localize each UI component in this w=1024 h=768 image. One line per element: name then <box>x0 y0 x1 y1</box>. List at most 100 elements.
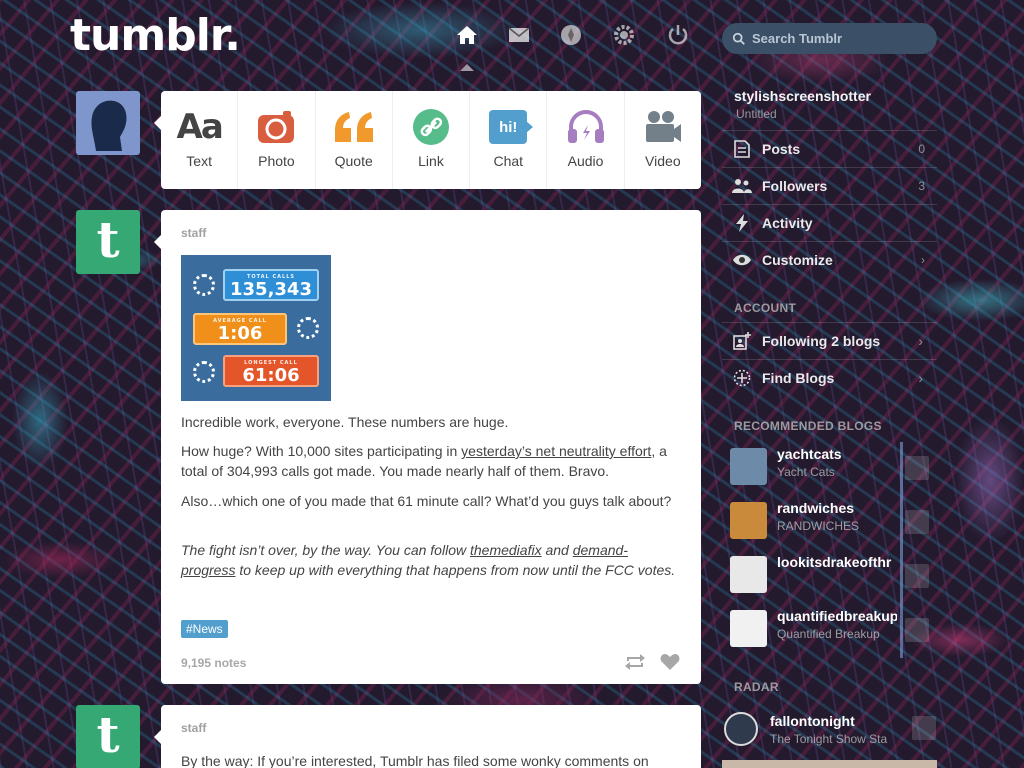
headphones-icon <box>567 110 604 143</box>
spinner-icon <box>193 274 215 296</box>
post-photo[interactable]: TOTAL CALLS 135,343 AVERAGE CALL 1:06 LO… <box>181 255 331 401</box>
net-neutrality-link[interactable]: yesterday’s net neutrality effort <box>461 443 651 459</box>
staff-avatar[interactable]: t <box>76 705 140 768</box>
sidebar-blog-name[interactable]: stylishscreenshotter <box>734 88 871 104</box>
radar-heading: RADAR <box>734 680 779 694</box>
radar-blog[interactable]: fallontonight The Tonight Show Sta <box>722 700 937 758</box>
sidebar-item-label: Followers <box>762 178 828 194</box>
post-tag[interactable]: #News <box>181 620 228 638</box>
blog-name: lookitsdrakeofthr <box>777 554 892 570</box>
post-type-video[interactable]: Video <box>625 91 701 189</box>
sidebar-item-customize[interactable]: Customize › <box>722 241 937 278</box>
stat-longest-call: LONGEST CALL 61:06 <box>223 355 319 387</box>
staff-avatar[interactable]: t <box>76 210 140 274</box>
post-paragraph: The fight isn’t over, by the way. You ca… <box>181 542 676 578</box>
post-type-label: Video <box>645 153 681 169</box>
follow-button[interactable] <box>905 456 929 480</box>
blog-avatar <box>730 448 767 485</box>
camera-icon <box>258 111 295 143</box>
eye-icon <box>733 254 751 266</box>
post-type-chat[interactable]: hi! Chat <box>470 91 548 189</box>
post-box-notch <box>154 116 161 130</box>
sidebar-item-label: Following 2 blogs <box>762 333 881 349</box>
sidebar-item-followers[interactable]: Followers 3 <box>722 167 937 204</box>
user-avatar[interactable] <box>76 91 140 155</box>
sidebar-item-label: Find Blogs <box>762 370 835 386</box>
search-bar[interactable] <box>722 23 937 54</box>
themediafix-link[interactable]: themediafix <box>470 542 542 558</box>
activity-icon <box>736 214 748 232</box>
home-icon[interactable] <box>454 22 480 48</box>
like-icon[interactable] <box>660 653 680 671</box>
blog-title: The Tonight Show Sta <box>770 732 888 746</box>
follow-button[interactable] <box>905 564 929 588</box>
sidebar-item-activity[interactable]: Activity <box>722 204 937 241</box>
chevron-right-icon: › <box>918 333 923 349</box>
logout-icon[interactable] <box>665 22 691 48</box>
chevron-right-icon: › <box>918 370 923 386</box>
post-notch <box>154 730 161 744</box>
sidebar-item-find-blogs[interactable]: Find Blogs › <box>722 359 937 396</box>
follow-button[interactable] <box>905 618 929 642</box>
sidebar-item-following[interactable]: Following 2 blogs › <box>722 322 937 359</box>
search-input[interactable] <box>752 31 932 46</box>
post-type-text[interactable]: Aa Text <box>161 91 239 189</box>
radar-post-image[interactable] <box>722 760 937 768</box>
inbox-icon[interactable] <box>506 22 532 48</box>
blog-avatar <box>730 502 767 539</box>
settings-icon[interactable] <box>611 22 637 48</box>
post-type-quote[interactable]: Quote <box>316 91 393 189</box>
blog-avatar <box>724 712 758 746</box>
chat-icon: hi! <box>489 110 534 144</box>
blog-title: Yacht Cats <box>777 465 835 479</box>
sidebar-item-label: Activity <box>762 215 813 231</box>
post-type-photo[interactable]: Photo <box>238 91 316 189</box>
follow-button[interactable] <box>912 716 936 740</box>
sidebar-item-posts[interactable]: Posts 0 <box>722 130 937 167</box>
post-paragraph: Incredible work, everyone. These numbers… <box>181 414 509 430</box>
blog-name: randwiches <box>777 500 855 516</box>
post-type-label: Photo <box>258 153 295 169</box>
notes-count[interactable]: 9,195 notes <box>181 656 246 670</box>
sidebar-item-count: 0 <box>918 142 925 156</box>
explore-icon[interactable] <box>558 22 584 48</box>
find-blogs-icon <box>733 369 751 387</box>
sidebar-blog-title: Untitled <box>736 107 777 121</box>
blog-title: Quantified Breakup <box>777 627 880 641</box>
account-heading: ACCOUNT <box>734 301 797 315</box>
blog-name: quantifiedbreakup <box>777 608 897 624</box>
post-author[interactable]: staff <box>181 226 206 240</box>
stat-total-calls: TOTAL CALLS 135,343 <box>223 269 319 301</box>
post-paragraph: By the way: If you’re interested, Tumblr… <box>181 753 649 768</box>
search-icon <box>732 32 745 45</box>
post-author[interactable]: staff <box>181 721 206 735</box>
chevron-right-icon: › <box>921 253 925 267</box>
spinner-icon <box>297 317 319 339</box>
post-type-label: Chat <box>493 153 524 169</box>
text-icon: Aa <box>176 107 224 147</box>
post-type-label: Audio <box>567 153 604 169</box>
post-card: staff By the way: If you’re interested, … <box>161 705 701 768</box>
sidebar-item-label: Posts <box>762 141 801 157</box>
tumblr-logo[interactable]: tumblr. <box>70 10 241 61</box>
recommended-scrollbar[interactable] <box>900 442 903 658</box>
follow-button[interactable] <box>905 510 929 534</box>
following-icon <box>733 332 751 350</box>
chat-icon-glyph: hi! <box>499 118 518 136</box>
quote-icon <box>334 112 373 142</box>
post-type-bar: Aa Text Photo Quote Link hi! Chat Audio … <box>161 91 701 189</box>
link-icon <box>412 109 449 145</box>
spinner-icon <box>193 361 215 383</box>
post-type-link[interactable]: Link <box>393 91 471 189</box>
post-card: staff TOTAL CALLS 135,343 AVERAGE CALL 1… <box>161 210 701 684</box>
reblog-icon[interactable] <box>624 653 646 671</box>
video-camera-icon <box>645 111 681 142</box>
recommended-heading: RECOMMENDED BLOGS <box>734 419 882 433</box>
post-type-label: Text <box>186 153 212 169</box>
blog-title: RANDWICHES <box>777 519 860 533</box>
sidebar-item-count: 3 <box>918 179 925 193</box>
followers-icon <box>732 179 752 193</box>
post-type-audio[interactable]: Audio <box>547 91 625 189</box>
posts-icon <box>734 140 750 158</box>
post-paragraph: How huge? With 10,000 sites participatin… <box>181 443 667 479</box>
